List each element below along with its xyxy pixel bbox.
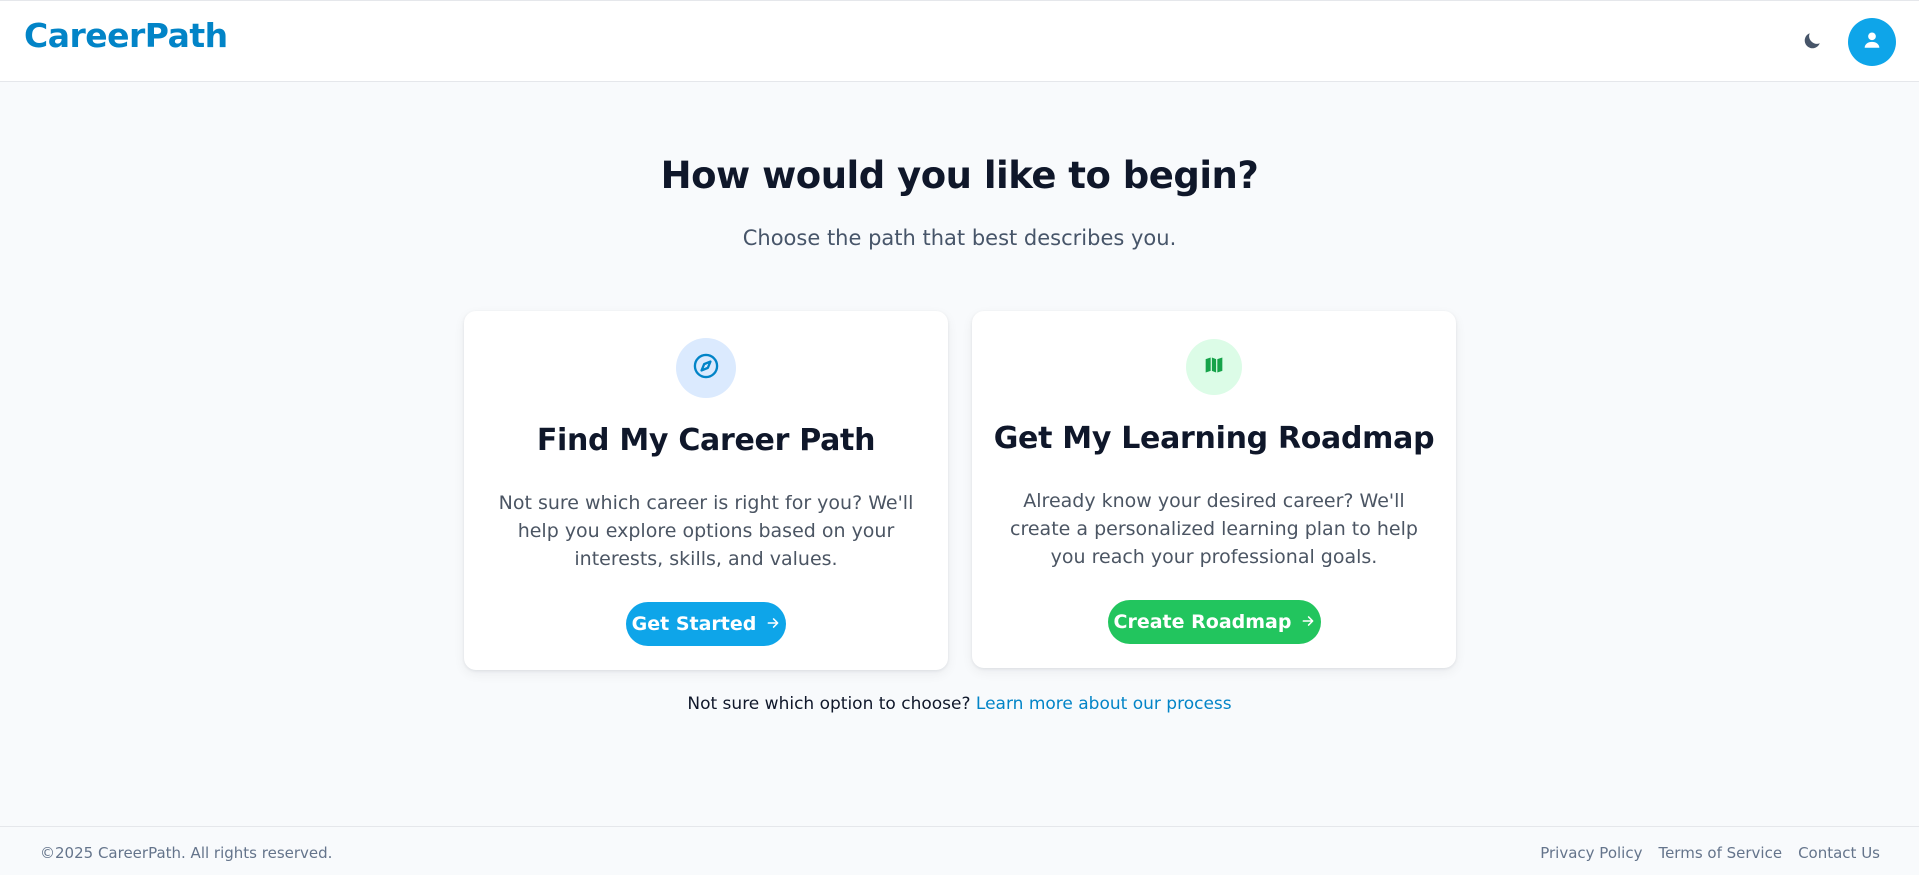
get-started-button[interactable]: Get Started (626, 602, 786, 646)
contact-us-link[interactable]: Contact Us (1798, 844, 1880, 862)
compass-icon-badge (676, 338, 736, 398)
card-title: Find My Career Path (536, 423, 876, 458)
logo[interactable]: CareerPath (24, 16, 228, 55)
help-prompt: Not sure which option to choose? (687, 694, 971, 714)
arrow-right-icon (766, 613, 780, 635)
card-title: Get My Learning Roadmap (993, 421, 1435, 456)
card-description: Not sure which career is right for you? … (498, 492, 914, 570)
map-icon-badge (1186, 339, 1242, 395)
card-description: Already know your desired career? We'll … (1010, 490, 1418, 568)
copyright-text: ©2025 CareerPath. All rights reserved. (40, 844, 333, 862)
learning-roadmap-card: Get My Learning Roadmap Already know you… (972, 311, 1456, 668)
app-footer: ©2025 CareerPath. All rights reserved. P… (0, 826, 1919, 875)
page-subtitle: Choose the path that best describes you. (742, 226, 1177, 250)
user-icon (1861, 29, 1883, 55)
moon-icon (1801, 30, 1823, 56)
footer-links: Privacy Policy Terms of Service Contact … (1540, 844, 1880, 862)
theme-toggle-button[interactable] (1796, 27, 1828, 59)
career-path-card: Find My Career Path Not sure which caree… (464, 311, 948, 670)
button-label: Get Started (631, 613, 757, 635)
arrow-right-icon (1301, 611, 1315, 633)
terms-of-service-link[interactable]: Terms of Service (1658, 844, 1782, 862)
user-avatar-button[interactable] (1848, 18, 1896, 66)
page-title: How would you like to begin? (660, 154, 1259, 197)
privacy-policy-link[interactable]: Privacy Policy (1540, 844, 1642, 862)
learn-more-link[interactable]: Learn more about our process (976, 694, 1232, 714)
button-label: Create Roadmap (1113, 611, 1292, 633)
app-header: CareerPath (0, 0, 1919, 82)
help-line: Not sure which option to choose? Learn m… (0, 694, 1919, 714)
map-icon (1204, 355, 1224, 379)
create-roadmap-button[interactable]: Create Roadmap (1108, 600, 1321, 644)
compass-icon (692, 352, 720, 384)
